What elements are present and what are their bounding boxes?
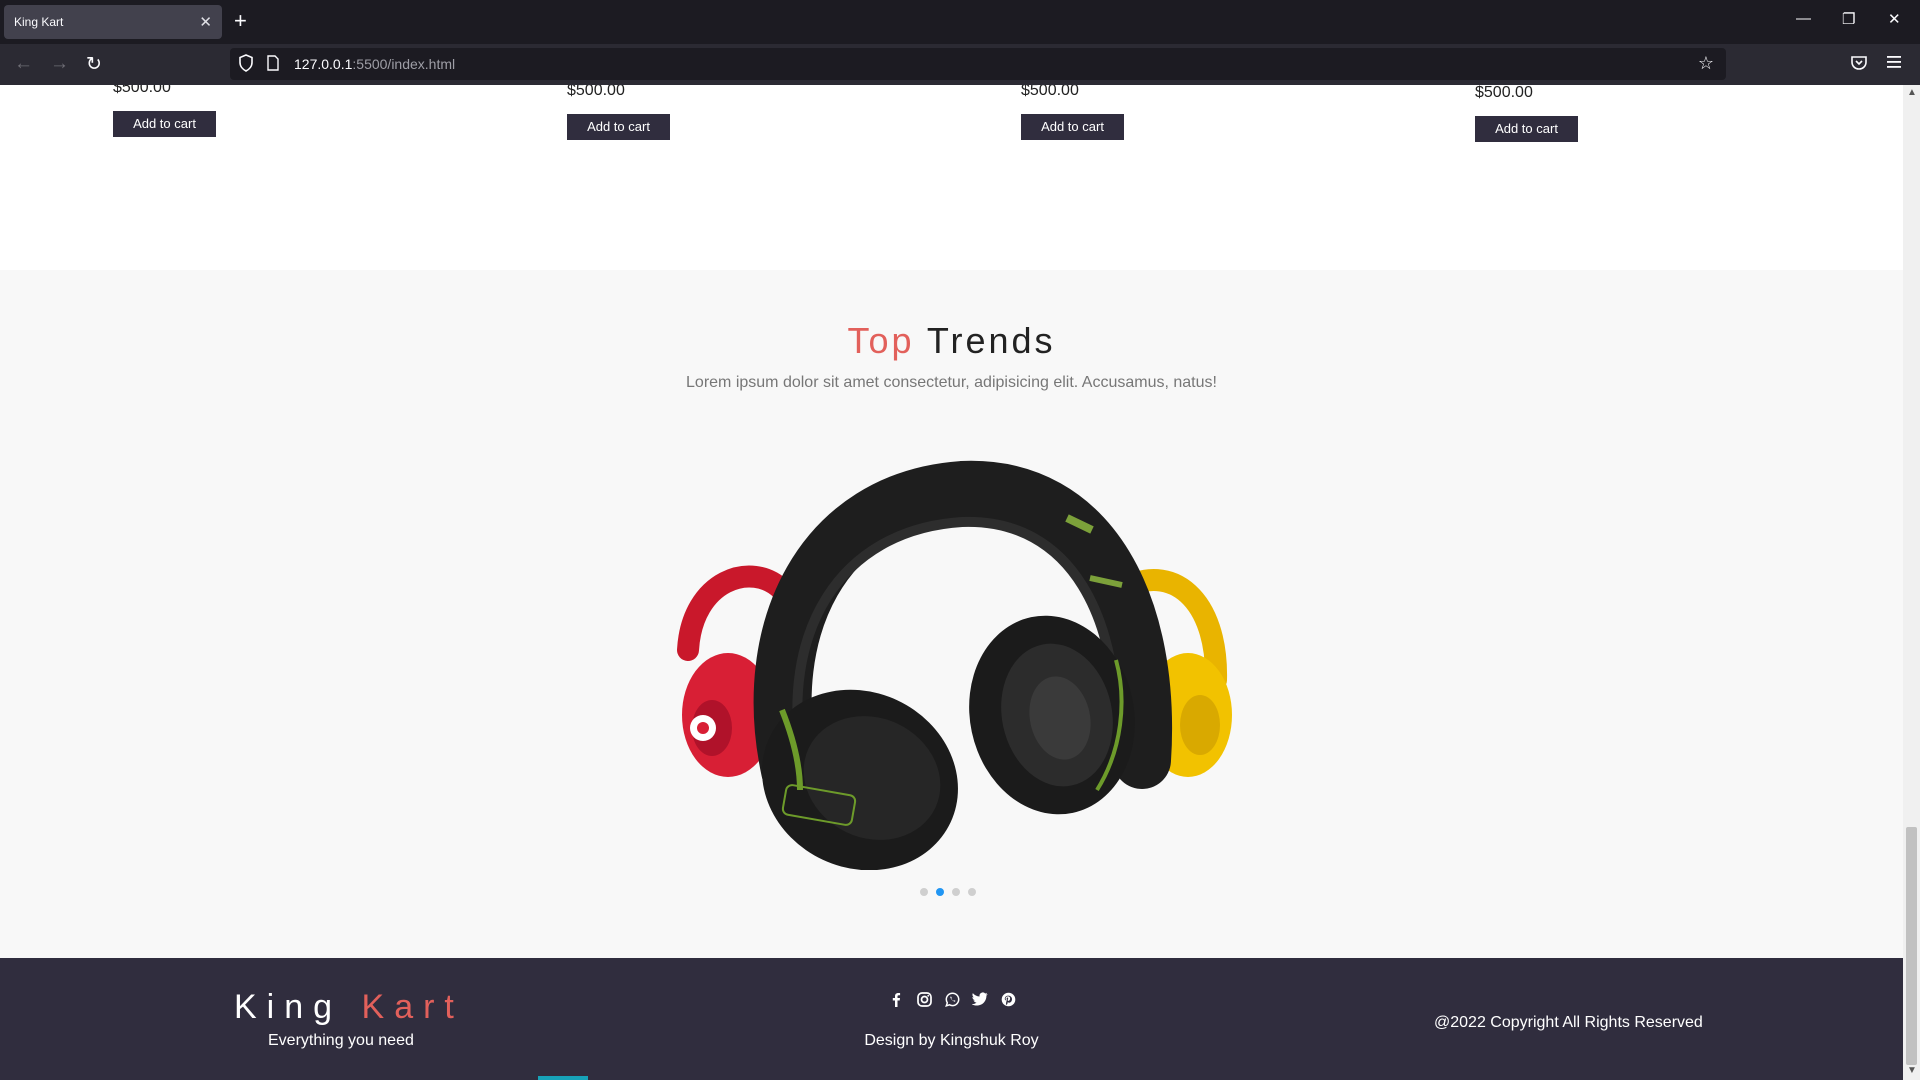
headphones-hero-image [677, 460, 1232, 870]
designer-credit: Design by Kingshuk Roy [864, 1032, 1039, 1049]
page-viewport: $500.00 Add to cart $500.00 Add to cart … [0, 85, 1903, 1080]
product-price: $500.00 [1475, 85, 1533, 101]
add-to-cart-button[interactable]: Add to cart [1021, 114, 1124, 140]
page-icon [267, 55, 279, 71]
carousel-dot[interactable] [952, 888, 960, 896]
url-bar[interactable]: 127.0.0.1:5500/index.html ☆ [230, 48, 1726, 80]
scroll-up-arrow-icon[interactable]: ▲ [1907, 87, 1917, 98]
url-path: :5500/index.html [352, 56, 456, 72]
footer-accent-bar [538, 1076, 588, 1080]
section-subtitle: Lorem ipsum dolor sit amet consectetur, … [686, 374, 1217, 391]
carousel-dot-active[interactable] [936, 888, 944, 896]
page-scrollbar[interactable]: ▲ ▼ [1903, 85, 1920, 1080]
product-card: $500.00 Add to cart [113, 85, 216, 137]
add-to-cart-button[interactable]: Add to cart [567, 114, 670, 140]
brand-accent-word: Kart [361, 988, 464, 1026]
back-arrow-icon[interactable]: ← [14, 53, 33, 75]
browser-nav-bar: ← → ↻ 127.0.0.1:5500/index.html ☆ [0, 44, 1920, 85]
product-price: $500.00 [1021, 85, 1079, 99]
pinterest-icon[interactable] [1000, 991, 1016, 1007]
hamburger-menu-icon[interactable] [1886, 55, 1902, 69]
add-to-cart-button[interactable]: Add to cart [1475, 116, 1578, 142]
footer: King Kart Everything you need Design by … [0, 958, 1903, 1080]
restore-icon[interactable]: ❐ [1842, 10, 1855, 28]
url-text[interactable]: 127.0.0.1:5500/index.html [294, 56, 455, 72]
browser-tab-bar: King Kart ✕ + — ❐ ✕ [0, 0, 1920, 44]
product-card: $500.00 Add to cart [1021, 85, 1124, 140]
shield-icon[interactable] [238, 54, 254, 72]
bookmark-star-icon[interactable]: ☆ [1698, 53, 1714, 74]
product-price: $500.00 [567, 85, 625, 99]
reload-icon[interactable]: ↻ [86, 53, 102, 76]
minimize-icon[interactable]: — [1796, 10, 1811, 27]
brand-first-word: King [234, 988, 343, 1026]
window-close-icon[interactable]: ✕ [1888, 10, 1901, 28]
scroll-down-arrow-icon[interactable]: ▼ [1907, 1065, 1917, 1076]
tab-title: King Kart [14, 15, 64, 29]
social-links [888, 991, 1016, 1007]
title-word: Trends [926, 320, 1056, 361]
carousel-dots [920, 888, 976, 896]
forward-arrow-icon[interactable]: → [50, 53, 69, 75]
whatsapp-icon[interactable] [944, 991, 960, 1007]
footer-brand: King Kart [234, 988, 464, 1027]
scrollbar-thumb[interactable] [1906, 827, 1917, 1065]
top-trends-section: Top Trends Lorem ipsum dolor sit amet co… [0, 270, 1903, 958]
close-icon[interactable]: ✕ [199, 13, 212, 31]
title-accent-word: Top [847, 320, 915, 361]
facebook-icon[interactable] [888, 991, 904, 1007]
carousel-dot[interactable] [920, 888, 928, 896]
pocket-icon[interactable] [1850, 54, 1868, 72]
carousel-dot[interactable] [968, 888, 976, 896]
copyright-text: @2022 Copyright All Rights Reserved [1434, 1014, 1703, 1031]
product-card: $500.00 Add to cart [567, 85, 670, 140]
product-card: $500.00 Add to cart [1475, 85, 1578, 142]
instagram-icon[interactable] [916, 991, 932, 1007]
section-title: Top Trends [0, 320, 1903, 362]
twitter-icon[interactable] [972, 991, 988, 1007]
url-host: 127.0.0.1 [294, 56, 353, 72]
browser-tab[interactable]: King Kart ✕ [4, 5, 222, 39]
plus-icon[interactable]: + [234, 10, 247, 32]
add-to-cart-button[interactable]: Add to cart [113, 111, 216, 137]
product-price: $500.00 [113, 85, 171, 96]
